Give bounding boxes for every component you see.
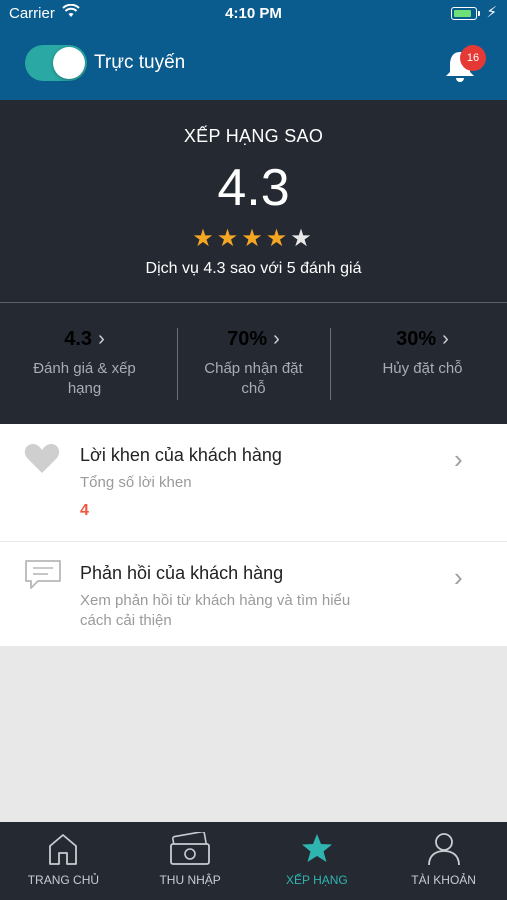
feedback-card[interactable]: Phản hồi của khách hàng Xem phản hồi từ … <box>0 542 507 646</box>
heart-icon <box>24 442 60 479</box>
notification-badge: 16 <box>460 45 486 71</box>
compliments-title: Lời khen của khách hàng <box>80 445 282 465</box>
rating-title: XẾP HẠNG SAO <box>183 126 324 146</box>
status-bar: Carrier 4:10 PM ⚡ <box>0 0 507 28</box>
chevron-right-icon: › <box>98 328 105 350</box>
star-icon: ★ <box>290 225 315 252</box>
stat-divider <box>330 328 331 400</box>
stat-value: 30% <box>396 328 437 350</box>
clock: 4:10 PM <box>225 5 282 22</box>
user-icon <box>427 833 460 866</box>
app-header: Carrier 4:10 PM ⚡ Trực tuyến 16 <box>0 0 507 100</box>
tab-label: THU NHẬP <box>159 873 221 887</box>
tab-home[interactable]: TRANG CHỦ <box>0 822 127 900</box>
home-icon <box>49 834 78 865</box>
tab-rating[interactable]: XẾP HẠNG <box>254 822 381 900</box>
feedback-title: Phản hồi của khách hàng <box>80 563 284 583</box>
tab-label: TRANG CHỦ <box>27 873 100 887</box>
toggle-knob <box>53 47 85 79</box>
battery-icon <box>451 7 480 20</box>
tab-account[interactable]: TÀI KHOẢN <box>380 822 507 900</box>
rating-score: 4.3 <box>217 159 290 217</box>
stat-value: 4.3 <box>64 328 93 350</box>
star-icon: ★ <box>216 225 242 252</box>
chat-icon <box>24 559 62 596</box>
star-icon: ★ <box>241 225 266 252</box>
chevron-right-icon: › <box>454 562 463 592</box>
star-icon <box>301 834 332 862</box>
stat-divider <box>177 328 178 400</box>
rating-stats: 4.3 › Đánh giá & xếp hạng 70% › Chấp nhận … <box>0 328 507 404</box>
compliments-count: 4 <box>80 502 89 519</box>
charging-icon: ⚡ <box>486 4 497 21</box>
stat-label: Chấp nhận đặt chỗ <box>204 360 303 397</box>
feedback-subtitle: Xem phản hồi từ khách hàng và tìm hiểu c… <box>80 592 351 629</box>
compliments-card[interactable]: Lời khen của khách hàng Tổng số lời khen… <box>0 424 507 541</box>
chevron-right-icon: › <box>454 444 463 474</box>
star-rating: ★★★★★ <box>0 224 507 253</box>
tab-income[interactable]: THU NHẬP <box>127 822 254 900</box>
compliments-subtitle: Tổng số lời khen <box>80 474 192 491</box>
tab-label: XẾP HẠNG <box>285 873 348 887</box>
stat-acceptance[interactable]: 70% › Chấp nhận đặt chỗ <box>169 328 338 404</box>
stat-value: 70% <box>227 328 268 350</box>
online-toggle[interactable] <box>25 45 87 81</box>
chevron-right-icon: › <box>273 328 280 350</box>
stat-cancellation[interactable]: 30% › Hủy đặt chỗ <box>338 328 507 404</box>
online-label: Trực tuyến <box>94 52 186 73</box>
divider <box>0 302 507 303</box>
stat-label: Đánh giá & xếp hạng <box>33 360 136 397</box>
rating-summary: Dịch vụ 4.3 sao với 5 đánh giá <box>145 260 362 277</box>
stat-reviews[interactable]: 4.3 › Đánh giá & xếp hạng <box>0 328 169 404</box>
stat-label: Hủy đặt chỗ <box>382 360 463 377</box>
star-icon: ★ <box>265 225 291 252</box>
wallet-icon <box>170 832 211 865</box>
tab-label: TÀI KHOẢN <box>411 873 476 887</box>
tab-bar: TRANG CHỦ THU NHẬP XẾP HẠNG TÀI KHOẢN <box>0 822 507 900</box>
chevron-right-icon: › <box>442 328 449 350</box>
star-icon: ★ <box>192 225 217 252</box>
notifications-button[interactable]: 16 <box>440 42 492 88</box>
